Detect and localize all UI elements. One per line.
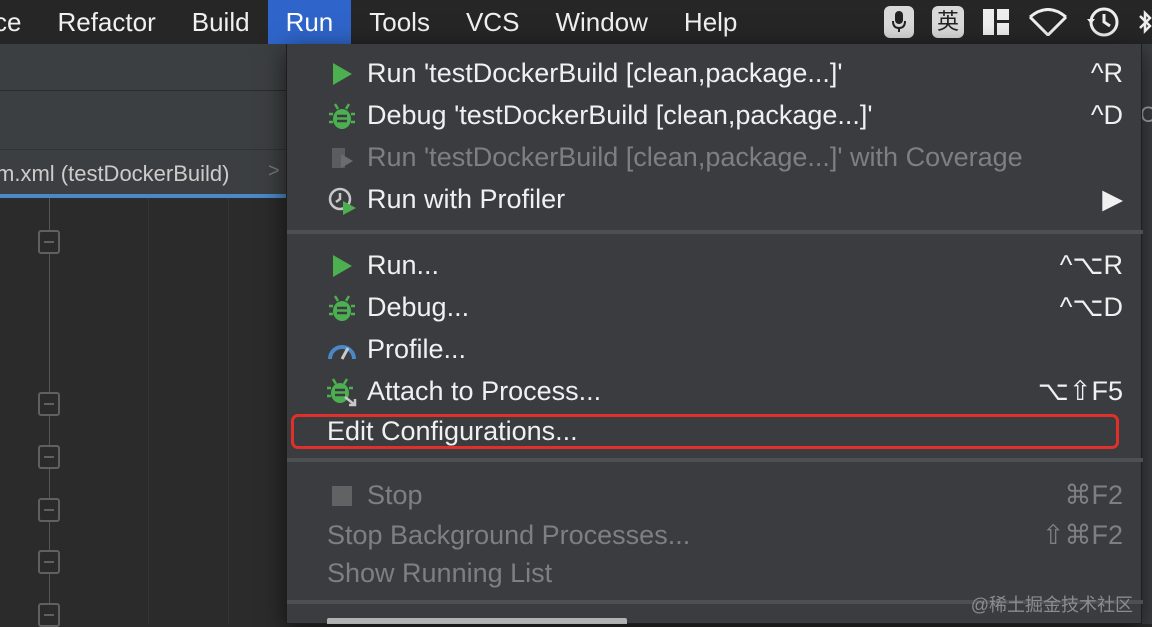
run-menu-dropdown: Run 'testDockerBuild [clean,package...]'… bbox=[286, 44, 1143, 624]
submenu-arrow-icon: ▶ bbox=[1102, 184, 1123, 214]
watermark: @稀土掘金技术社区 bbox=[970, 595, 1133, 615]
fold-marker-icon[interactable] bbox=[38, 498, 60, 522]
menu-item-cut-off bbox=[327, 616, 727, 624]
menu-run[interactable]: Run bbox=[267, 0, 352, 44]
indent-guide bbox=[228, 198, 229, 624]
menu-separator bbox=[287, 230, 1143, 234]
coverage-icon bbox=[327, 143, 357, 173]
fold-marker-icon[interactable] bbox=[38, 550, 60, 574]
menu-build[interactable]: Build bbox=[174, 0, 268, 44]
menu-help[interactable]: Help bbox=[666, 0, 755, 44]
menu-item-debug-config[interactable]: Debug 'testDockerBuild [clean,package...… bbox=[287, 94, 1143, 136]
profiler-icon bbox=[327, 185, 357, 215]
window-layout-icon[interactable] bbox=[982, 0, 1010, 44]
run-play-icon bbox=[327, 251, 357, 281]
menu-item-show-running-list[interactable]: Show Running List bbox=[287, 552, 1143, 594]
editor-tab-pom[interactable]: m.xml (testDockerBuild) bbox=[0, 150, 286, 198]
editor-tab-label: m.xml (testDockerBuild) bbox=[0, 161, 230, 186]
microphone-icon[interactable] bbox=[884, 0, 914, 44]
menu-item-stop-background[interactable]: Stop Background Processes... ⇧⌘F2 bbox=[287, 514, 1143, 556]
menu-refactor[interactable]: Refactor bbox=[39, 0, 173, 44]
menu-code[interactable]: ce bbox=[0, 0, 39, 44]
menu-separator bbox=[287, 458, 1143, 462]
menu-item-run-config[interactable]: Run 'testDockerBuild [clean,package...]'… bbox=[287, 52, 1143, 94]
fold-marker-icon[interactable] bbox=[38, 392, 60, 416]
menu-item-debug-dialog[interactable]: Debug... ^⌥D bbox=[287, 286, 1143, 328]
menu-item-stop[interactable]: Stop ⌘F2 bbox=[287, 474, 1143, 516]
menu-item-attach-to-process[interactable]: Attach to Process... ⌥⇧F5 bbox=[287, 370, 1143, 412]
debug-bug-icon bbox=[327, 293, 357, 323]
tab-scroll-arrow-icon[interactable]: > bbox=[268, 160, 280, 183]
bluetooth-icon[interactable] bbox=[1138, 0, 1152, 44]
fold-marker-icon[interactable] bbox=[38, 603, 60, 627]
attach-bug-icon bbox=[327, 377, 357, 407]
debug-bug-icon bbox=[327, 101, 357, 131]
gauge-icon bbox=[327, 335, 357, 365]
menu-item-run-dialog[interactable]: Run... ^⌥R bbox=[287, 244, 1143, 286]
menu-window[interactable]: Window bbox=[537, 0, 665, 44]
time-machine-icon[interactable] bbox=[1086, 0, 1120, 44]
wifi-icon[interactable] bbox=[1028, 0, 1068, 44]
fold-marker-icon[interactable] bbox=[38, 445, 60, 469]
stop-icon bbox=[327, 481, 357, 511]
menu-tools[interactable]: Tools bbox=[351, 0, 448, 44]
run-play-icon bbox=[327, 59, 357, 89]
input-language-icon[interactable]: 英 bbox=[932, 0, 964, 44]
macos-menu-bar: ce Refactor Build Run Tools VCS Window H… bbox=[0, 0, 1152, 44]
status-icons: 英 bbox=[884, 0, 1152, 44]
menu-item-run-with-coverage[interactable]: Run 'testDockerBuild [clean,package...]'… bbox=[287, 136, 1143, 178]
indent-guide bbox=[148, 198, 149, 624]
annotation-highlight-box bbox=[291, 414, 1119, 449]
menu-vcs[interactable]: VCS bbox=[448, 0, 537, 44]
fold-marker-icon[interactable] bbox=[38, 230, 60, 254]
menu-item-run-with-profiler[interactable]: Run with Profiler ▶ bbox=[287, 178, 1143, 220]
menu-item-profile[interactable]: Profile... bbox=[287, 328, 1143, 370]
